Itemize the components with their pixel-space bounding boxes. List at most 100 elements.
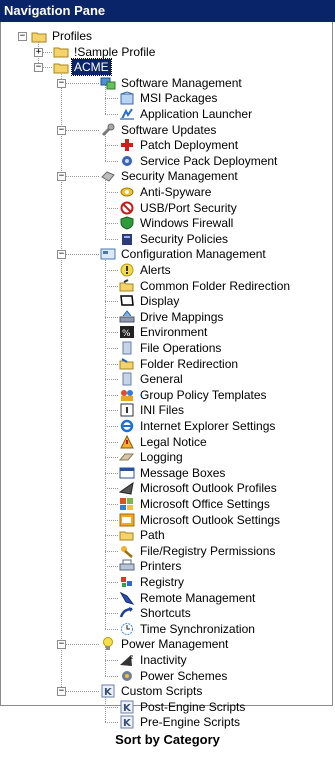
tree-item-application-launcher[interactable]: Application Launcher xyxy=(119,106,254,122)
tree-item-shortcuts[interactable]: Shortcuts xyxy=(119,605,193,621)
tree-item-label: Security Policies xyxy=(140,231,229,246)
message-box-icon xyxy=(119,466,135,480)
tree-item-folder-redirection[interactable]: Folder Redirection xyxy=(119,356,240,372)
tree-item-service-pack-deployment[interactable]: Service Pack Deployment xyxy=(119,153,279,169)
remote-management-icon xyxy=(119,591,135,605)
collapse-toggle-software-updates[interactable]: − xyxy=(57,125,66,135)
tree-item-drive-mappings[interactable]: Drive Mappings xyxy=(119,309,225,325)
tree-item-file-registry-permissions[interactable]: File/Registry Permissions xyxy=(119,543,277,559)
tree-item-acme[interactable]: ACME xyxy=(53,58,112,77)
group-policy-icon xyxy=(119,388,135,402)
tree-item-label: Folder Redirection xyxy=(140,356,239,371)
security-policies-icon xyxy=(119,232,135,246)
collapse-toggle-acme[interactable]: − xyxy=(34,63,43,73)
tree-item-time-synchronization[interactable]: Time Synchronization xyxy=(119,621,257,637)
tree-item-label: Custom Scripts xyxy=(121,684,203,699)
folder-icon xyxy=(31,29,47,43)
tree-item-patch-deployment[interactable]: Patch Deployment xyxy=(119,137,240,153)
tree-item-remote-management[interactable]: Remote Management xyxy=(119,590,257,606)
tree-item-logging[interactable]: Logging xyxy=(119,449,185,465)
tree-item-printers[interactable]: Printers xyxy=(119,558,183,574)
tree-item-pre-engine-scripts[interactable]: K Pre-Engine Scripts xyxy=(119,714,242,730)
tree-item-software-updates[interactable]: Software Updates xyxy=(100,122,218,138)
tree-item-common-folder-redirection[interactable]: Common Folder Redirection xyxy=(119,278,292,294)
tree-item-power-management[interactable]: Power Management xyxy=(100,636,230,652)
figure-caption: Sort by Category xyxy=(115,732,220,747)
tree-item-inactivity[interactable]: z Inactivity xyxy=(119,652,189,668)
collapse-toggle-power-management[interactable]: − xyxy=(57,640,66,650)
tree-item-internet-explorer-settings[interactable]: Internet Explorer Settings xyxy=(119,418,277,434)
collapse-toggle-custom-scripts[interactable]: − xyxy=(57,687,66,697)
ini-file-icon xyxy=(119,403,135,417)
tree-item-windows-firewall[interactable]: Windows Firewall xyxy=(119,215,235,231)
tree-item-post-engine-scripts[interactable]: K Post-Engine Scripts xyxy=(119,699,247,715)
tree-item-label: Anti-Spyware xyxy=(140,185,212,199)
tree-item-microsoft-office-settings[interactable]: Microsoft Office Settings xyxy=(119,496,272,512)
tree-item-configuration-management[interactable]: Configuration Management xyxy=(100,246,268,262)
tree-item-legal-notice[interactable]: Legal Notice xyxy=(119,434,209,450)
tree-item-power-schemes[interactable]: Power Schemes xyxy=(119,668,229,684)
tree-item-general[interactable]: General xyxy=(119,371,185,387)
tree-item-path[interactable]: Path xyxy=(119,527,167,543)
tree-connector-line xyxy=(105,223,118,225)
tree-item-custom-scripts[interactable]: K Custom Scripts xyxy=(100,683,204,699)
folder-icon xyxy=(53,45,69,59)
tree-connector-line xyxy=(105,160,118,162)
tree-item-security-policies[interactable]: Security Policies xyxy=(119,231,230,247)
tree-connector-line xyxy=(105,660,118,661)
tree-item-display[interactable]: Display xyxy=(119,293,181,309)
tree-item-label: Registry xyxy=(140,575,185,589)
printer-icon xyxy=(119,559,135,573)
tree-item-label: Security Management xyxy=(121,169,238,184)
internet-explorer-icon xyxy=(119,419,135,433)
tree-connector-line xyxy=(105,441,118,443)
tree-item-profiles[interactable]: Profiles xyxy=(31,28,94,44)
tree-connector-line xyxy=(105,379,118,381)
tree-connector-line xyxy=(105,722,118,724)
tree-item-label: Configuration Management xyxy=(121,247,266,262)
tree-connector-line xyxy=(105,582,118,583)
tree-item-environment[interactable]: % Environment xyxy=(119,324,209,340)
tree-connector-line xyxy=(105,270,118,271)
inactivity-icon: z xyxy=(119,653,135,667)
tree-item-group-policy-templates[interactable]: Group Policy Templates xyxy=(119,387,269,403)
tree-item-label: Time Synchronization xyxy=(140,621,255,636)
collapse-toggle-security-management[interactable]: − xyxy=(57,172,66,182)
tree-item-software-management[interactable]: Software Management xyxy=(100,75,244,91)
outlook-profiles-icon xyxy=(119,481,135,495)
tree-item-sample-profile[interactable]: !Sample Profile xyxy=(53,44,157,60)
collapse-toggle-software-management[interactable]: − xyxy=(57,78,66,88)
tree-item-microsoft-outlook-settings[interactable]: Microsoft Outlook Settings xyxy=(119,512,282,528)
tree-item-alerts[interactable]: Alerts xyxy=(119,262,173,278)
tree-item-file-operations[interactable]: File Operations xyxy=(119,340,223,356)
tree-connector-line xyxy=(105,410,118,412)
tree-connector-line xyxy=(105,238,118,240)
expand-toggle-sample-profile[interactable]: + xyxy=(34,47,43,57)
tree-connector-line xyxy=(105,628,118,630)
tree-item-microsoft-outlook-profiles[interactable]: Microsoft Outlook Profiles xyxy=(119,480,279,496)
tree-item-registry[interactable]: Registry xyxy=(119,574,186,590)
tree-item-security-management[interactable]: Security Management xyxy=(100,168,240,184)
collapse-toggle-profiles[interactable]: − xyxy=(18,32,27,41)
tree-item-usb-port-security[interactable]: USB/Port Security xyxy=(119,200,239,216)
tree-item-message-boxes[interactable]: Message Boxes xyxy=(119,465,227,481)
collapse-toggle-configuration-management[interactable]: − xyxy=(57,250,66,260)
script-k-icon: K xyxy=(119,700,135,714)
tree-connector-line xyxy=(61,129,99,131)
wrench-icon xyxy=(100,123,116,137)
tree-item-label: ACME xyxy=(71,58,112,77)
navigation-pane-title: Navigation Pane xyxy=(0,0,335,22)
script-k-icon: K xyxy=(100,684,116,698)
tree-item-anti-spyware[interactable]: Anti-Spyware xyxy=(119,184,213,200)
tree-item-label: MSI Packages xyxy=(140,91,218,106)
service-pack-icon xyxy=(119,154,135,168)
tree-item-label: Microsoft Office Settings xyxy=(140,497,270,511)
security-management-icon xyxy=(100,169,116,183)
tree-item-msi-packages[interactable]: MSI Packages xyxy=(119,90,219,106)
tree-connector-line xyxy=(61,254,99,256)
anti-spyware-icon xyxy=(119,185,135,199)
tree-item-ini-files[interactable]: INI Files xyxy=(119,402,186,418)
svg-text:z: z xyxy=(130,654,133,661)
tree-connector-line xyxy=(105,504,118,505)
svg-text:%: % xyxy=(122,329,131,339)
